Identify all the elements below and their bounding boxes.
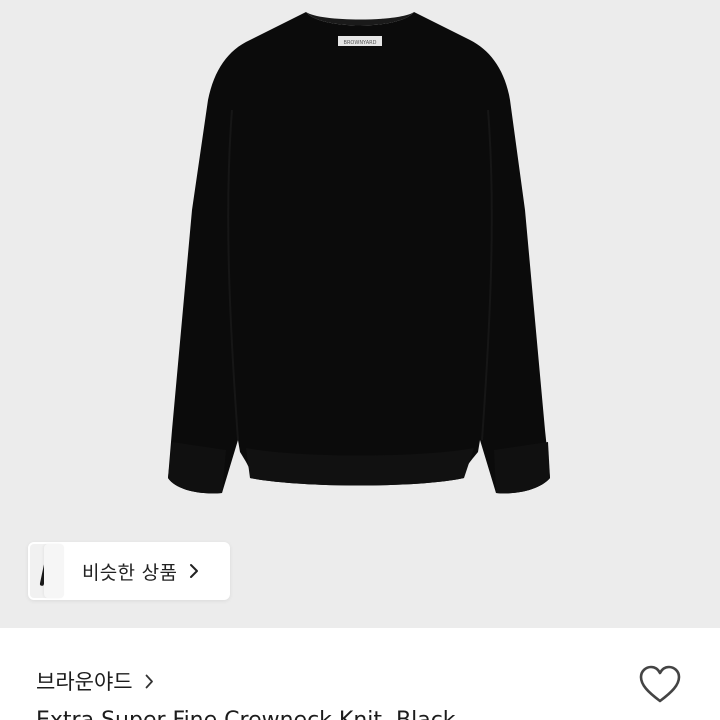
- product-detail-page: BROWNYARD 비슷한 상품 브라운야드: [0, 0, 720, 720]
- sweater-illustration: BROWNYARD: [168, 12, 550, 494]
- neck-label-text: BROWNYARD: [344, 40, 377, 46]
- like-button[interactable]: [637, 664, 683, 706]
- sweater-body: [168, 12, 550, 494]
- cuff-right: [494, 442, 550, 494]
- product-title: Extra Super Fine Crewneck Knit, Black: [36, 708, 456, 720]
- chevron-right-icon: [145, 674, 154, 689]
- brand-link[interactable]: 브라운야드: [36, 666, 154, 696]
- brand-name: 브라운야드: [36, 670, 133, 694]
- similar-thumbnail: [44, 544, 64, 598]
- similar-items-thumbnails: [28, 542, 72, 600]
- similar-items-button[interactable]: 비슷한 상품: [28, 542, 230, 600]
- heart-outline-icon: [639, 665, 681, 703]
- product-info: 브라운야드 Extra Super Fine Crewneck Knit, Bl…: [0, 628, 720, 720]
- chevron-right-icon: [187, 564, 201, 578]
- cuff-left: [168, 442, 226, 494]
- similar-items-label: 비슷한 상품: [82, 561, 178, 584]
- product-image[interactable]: BROWNYARD: [0, 0, 720, 628]
